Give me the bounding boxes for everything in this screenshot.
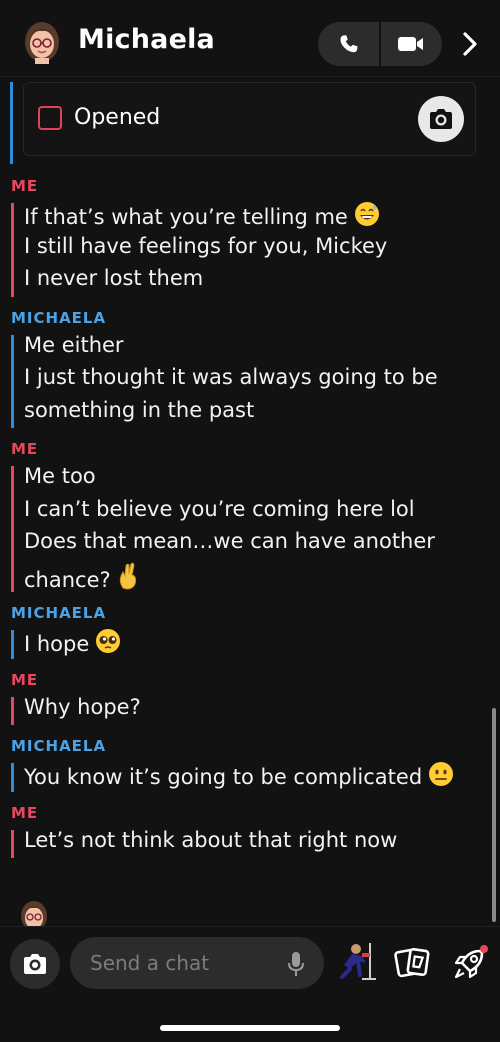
message-sender-bar xyxy=(11,763,14,792)
message-text[interactable]: chance? xyxy=(24,562,139,595)
sender-label: ME xyxy=(11,177,39,195)
message-text[interactable]: something in the past xyxy=(24,398,254,422)
message-sender-bar xyxy=(11,334,14,428)
message-text[interactable]: I never lost them xyxy=(24,266,203,290)
message-line-text: Me too xyxy=(24,464,96,488)
snap-camera-button[interactable] xyxy=(418,96,464,142)
opened-snap-icon xyxy=(38,106,62,130)
sender-label: MICHAELA xyxy=(11,737,107,755)
message-text[interactable]: I hope xyxy=(24,628,121,659)
message-text[interactable]: I just thought it was always going to be xyxy=(24,365,438,389)
message-line-text: Does that mean…we can have another xyxy=(24,529,435,553)
crossed-fingers-emoji xyxy=(117,562,139,595)
neutral-face-emoji xyxy=(428,761,454,792)
home-indicator[interactable] xyxy=(160,1025,340,1031)
message-text[interactable]: I still have feelings for you, Mickey xyxy=(24,234,387,258)
message-sender-bar xyxy=(11,696,14,725)
microphone-icon[interactable] xyxy=(286,950,306,978)
composer-bar: Send a chat xyxy=(0,926,500,1042)
message-sender-bar xyxy=(11,829,14,858)
pleading-face-emoji xyxy=(95,628,121,659)
sender-label: ME xyxy=(11,440,39,458)
composer-camera-button[interactable] xyxy=(10,939,60,989)
scrollbar[interactable] xyxy=(492,708,496,922)
message-line-text: something in the past xyxy=(24,397,255,422)
video-camera-icon xyxy=(398,37,423,51)
sender-label: ME xyxy=(11,803,39,822)
message-line-text: I just thought it was always going to be xyxy=(24,365,438,389)
message-text[interactable]: I can’t believe you’re coming here lol xyxy=(24,497,415,521)
sender-label: ME xyxy=(11,670,39,689)
camera-icon xyxy=(430,109,452,129)
chevron-right-icon xyxy=(463,32,477,56)
message-sender-bar xyxy=(11,466,14,592)
bitmoji-sticker-icon[interactable] xyxy=(336,939,378,985)
message-text[interactable]: Me either xyxy=(24,333,124,357)
message-line-text: Why hope? xyxy=(24,694,141,719)
snap-status-label: Opened xyxy=(74,105,161,130)
rocket-icon[interactable] xyxy=(450,943,490,983)
message-line-text: I never lost them xyxy=(24,266,204,290)
video-call-button[interactable] xyxy=(380,22,442,66)
message-line-text: I hope xyxy=(24,632,90,656)
header-divider xyxy=(0,76,500,77)
typing-bitmoji-avatar xyxy=(18,898,50,928)
message-line-text: If that’s what you’re telling me xyxy=(24,205,348,229)
message-line-text: Me either xyxy=(24,332,124,357)
message-line-text: chance? xyxy=(24,567,111,592)
voice-call-button[interactable] xyxy=(318,22,380,66)
contact-avatar[interactable] xyxy=(20,18,64,64)
camera-icon xyxy=(24,954,46,974)
message-text[interactable]: Let’s not think about that right now xyxy=(24,828,397,852)
chat-input[interactable]: Send a chat xyxy=(70,937,324,989)
message-text[interactable]: If that’s what you’re telling me xyxy=(24,201,380,232)
call-button-group xyxy=(318,22,442,66)
more-button[interactable] xyxy=(454,26,486,62)
message-line-text: I still have feelings for you, Mickey xyxy=(24,233,388,258)
sender-label: MICHAELA xyxy=(11,604,107,622)
snap-card[interactable]: Opened xyxy=(23,82,476,156)
message-text[interactable]: You know it’s going to be complicated xyxy=(24,761,454,792)
chat-input-placeholder: Send a chat xyxy=(90,951,210,975)
snap-sender-bar xyxy=(10,82,13,164)
message-line-text: You know it’s going to be complicated xyxy=(24,765,423,789)
message-text[interactable]: Does that mean…we can have another xyxy=(24,529,435,553)
sender-label: MICHAELA xyxy=(11,308,107,327)
message-line-text: Let’s not think about that right now xyxy=(24,827,398,852)
cards-icon[interactable] xyxy=(394,945,432,981)
message-line-text: I can’t believe you’re coming here lol xyxy=(24,496,415,521)
message-sender-bar xyxy=(11,630,14,659)
grinning-sweat-emoji xyxy=(354,201,380,232)
phone-icon xyxy=(340,35,358,53)
chat-header: Michaela xyxy=(0,0,500,78)
message-sender-bar xyxy=(11,203,14,297)
contact-name[interactable]: Michaela xyxy=(78,24,215,55)
message-text[interactable]: Why hope? xyxy=(24,695,141,719)
message-text[interactable]: Me too xyxy=(24,464,96,488)
